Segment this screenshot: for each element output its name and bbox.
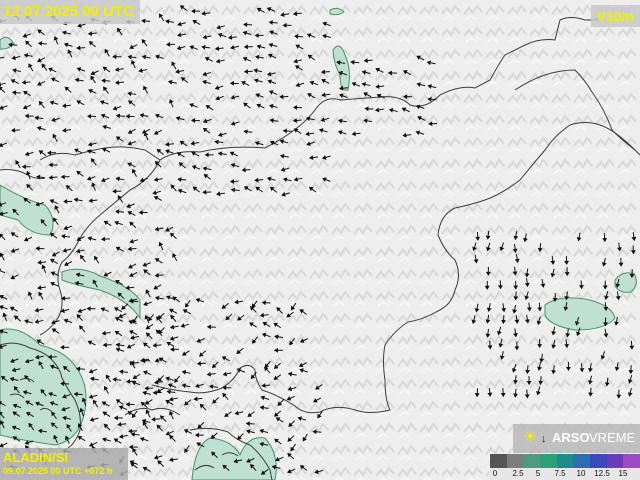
legend-label: 10 [576, 469, 586, 478]
legend-swatch [573, 454, 590, 468]
legend-label: 5 [535, 469, 541, 478]
parameter-label: V10m [590, 5, 640, 27]
wind-arrow-head [0, 81, 2, 87]
brand-name: ARSO [552, 430, 590, 445]
legend-swatch [623, 454, 640, 468]
legend-label: 7.5 [554, 469, 566, 478]
arrow-down-icon: ↓ [541, 433, 547, 445]
legend-swatch [490, 454, 507, 468]
legend-swatch [590, 454, 607, 468]
run-info: 09.07.2025 00 UTC +072 h [3, 466, 113, 476]
sun-icon: ☀ [523, 429, 538, 446]
weather-map [0, 0, 640, 480]
legend-label: 15 [618, 469, 628, 478]
legend-swatch [606, 454, 624, 468]
valid-time-label: 12.07.2025 00 UTC [0, 0, 140, 24]
model-name: ALADIN/SI [3, 450, 68, 465]
legend-swatch [556, 454, 574, 468]
color-legend: 0 2.5 5 7.5 10 12.5 15 [490, 454, 640, 480]
legend-swatch [540, 454, 557, 468]
legend-swatch [523, 454, 540, 468]
legend-label: 2.5 [512, 469, 524, 478]
legend-swatch [506, 454, 524, 468]
legend-label: 0 [492, 469, 498, 478]
model-info-box: ALADIN/SI 09.07.2025 00 UTC +072 h [0, 448, 128, 480]
brand-logo: ☀ ↓ ARSO VREME [513, 424, 640, 453]
brand-subtitle: VREME [589, 430, 636, 445]
legend-label: 12.5 [594, 469, 610, 478]
